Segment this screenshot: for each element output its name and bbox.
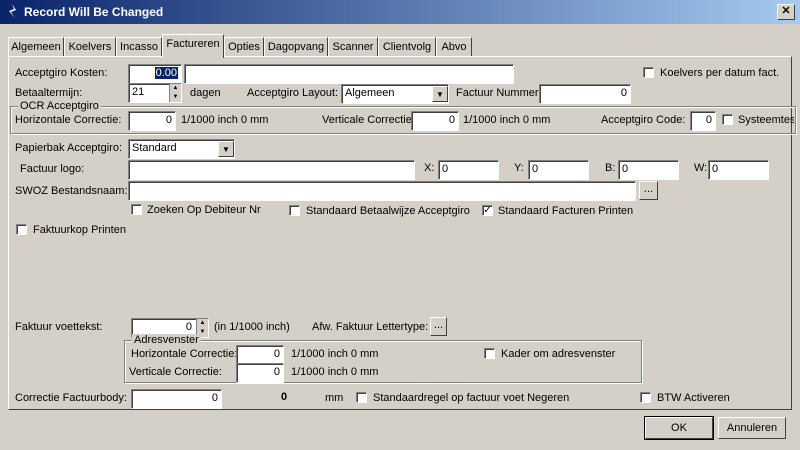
mm-label: mm xyxy=(325,392,344,404)
x-input[interactable]: 0 xyxy=(438,160,499,180)
faktuurkop-label: Faktuurkop Printen xyxy=(33,224,126,236)
horizontale-correctie-input[interactable]: 0 xyxy=(128,111,176,131)
verticale-correctie-unit: 1/1000 inch 0 mm xyxy=(463,114,551,126)
tab-algemeen[interactable]: Algemeen xyxy=(8,37,64,57)
acceptgiro-layout-label: Acceptgiro Layout: xyxy=(247,87,339,99)
app-icon xyxy=(5,3,21,21)
systeemtest-label: Systeemtest xyxy=(738,114,794,126)
b-label: B: xyxy=(605,162,616,174)
verticale-correctie-label: Verticale Correctie: xyxy=(322,114,415,126)
acceptgiro-kosten-text-input[interactable] xyxy=(184,64,514,84)
adres-verticale-unit: 1/1000 inch 0 mm xyxy=(291,366,379,378)
kader-label: Kader om adresvenster xyxy=(501,348,616,360)
afw-lettertype-label: Afw. Faktuur Lettertype: xyxy=(312,321,429,333)
btw-checkbox[interactable] xyxy=(640,392,651,403)
w-input[interactable]: 0 xyxy=(708,160,769,180)
correctie-body-readout: 0 xyxy=(281,391,288,403)
zoeken-checkbox[interactable] xyxy=(131,204,142,215)
w-label: W: xyxy=(694,162,708,174)
papierbak-label: Papierbak Acceptgiro: xyxy=(15,142,123,154)
afw-lettertype-button[interactable]: ... xyxy=(430,317,447,336)
ok-button[interactable]: OK xyxy=(644,416,714,440)
horizontale-correctie-label: Horizontale Correctie: xyxy=(15,114,122,126)
tab-incasso[interactable]: Incasso xyxy=(116,37,162,57)
cancel-button[interactable]: Annuleren xyxy=(718,417,786,439)
acceptgiro-kosten-label: Acceptgiro Kosten: xyxy=(15,67,108,79)
adres-horizontale-unit: 1/1000 inch 0 mm xyxy=(291,348,379,360)
acceptgiro-code-label: Acceptgiro Code: xyxy=(601,114,686,126)
correctie-body-input[interactable]: 0 xyxy=(131,389,222,409)
swoz-browse-button[interactable]: ... xyxy=(639,181,658,200)
swoz-input[interactable] xyxy=(128,181,636,201)
tab-factureren[interactable]: Factureren xyxy=(162,34,224,58)
standaardregel-label: Standaardregel op factuur voet Negeren xyxy=(373,392,570,404)
ocr-acceptgiro-legend: OCR Acceptgiro xyxy=(18,100,101,112)
kader-checkbox[interactable] xyxy=(484,348,495,359)
factuur-nummer-input[interactable]: 0 xyxy=(539,84,631,104)
b-input[interactable]: 0 xyxy=(618,160,679,180)
close-icon[interactable]: ✕ xyxy=(777,4,795,20)
faktuurkop-checkbox[interactable] xyxy=(16,224,27,235)
betaaltermijn-spin[interactable]: ▲ ▼ xyxy=(169,84,181,102)
tab-abvo[interactable]: Abvo xyxy=(436,37,472,57)
systeemtest-checkbox[interactable] xyxy=(722,114,733,125)
betaaltermijn-label: Betaaltermijn: xyxy=(15,87,83,99)
correctie-body-label: Correctie Factuurbody: xyxy=(15,392,127,404)
factuur-logo-label: Factuur logo: xyxy=(20,163,85,175)
adres-verticale-input[interactable]: 0 xyxy=(236,363,284,383)
tab-scanner[interactable]: Scanner xyxy=(328,37,378,57)
zoeken-label: Zoeken Op Debiteur Nr xyxy=(147,204,261,216)
standaardregel-checkbox[interactable] xyxy=(356,392,367,403)
tab-clientvolg[interactable]: Clientvolg xyxy=(378,37,436,57)
tab-dagopvang[interactable]: Dagopvang xyxy=(264,37,328,57)
window-title: Record Will Be Changed xyxy=(24,5,164,19)
tab-opties[interactable]: Opties xyxy=(224,37,264,57)
papierbak-dropdown-icon[interactable]: ▼ xyxy=(218,141,234,157)
horizontale-correctie-unit: 1/1000 inch 0 mm xyxy=(181,114,269,126)
btw-label: BTW Activeren xyxy=(657,392,730,404)
adres-horizontale-label: Horizontale Correctie: xyxy=(131,348,238,360)
y-input[interactable]: 0 xyxy=(528,160,589,180)
adresvenster-legend: Adresvenster xyxy=(132,334,201,346)
koelvers-per-datum-label: Koelvers per datum fact. xyxy=(660,67,780,79)
adres-horizontale-input[interactable]: 0 xyxy=(236,345,284,365)
std-betaalwijze-checkbox[interactable] xyxy=(289,205,300,216)
adres-verticale-label: Verticale Correctie: xyxy=(129,366,222,378)
x-label: X: xyxy=(424,162,435,174)
voettekst-unit: (in 1/1000 inch) xyxy=(214,321,290,333)
tab-koelvers[interactable]: Koelvers xyxy=(64,37,116,57)
dagen-label: dagen xyxy=(190,87,221,99)
std-facturen-checkbox[interactable]: ✓ xyxy=(482,205,493,216)
acceptgiro-kosten-input[interactable]: 0.00 xyxy=(128,64,182,84)
factuur-logo-input[interactable] xyxy=(128,160,415,180)
voettekst-label: Faktuur voettekst: xyxy=(15,321,103,333)
verticale-correctie-input[interactable]: 0 xyxy=(411,111,459,131)
koelvers-per-datum-checkbox[interactable] xyxy=(643,67,654,78)
std-betaalwijze-label: Standaard Betaalwijze Acceptgiro xyxy=(306,205,470,217)
factuur-nummer-label: Factuur Nummer: xyxy=(456,87,542,99)
swoz-label: SWOZ Bestandsnaam: xyxy=(15,185,128,197)
acceptgiro-layout-dropdown-icon[interactable]: ▼ xyxy=(432,86,448,102)
std-facturen-label: Standaard Facturen Printen xyxy=(498,205,634,217)
acceptgiro-code-input[interactable]: 0 xyxy=(690,111,716,131)
y-label: Y: xyxy=(514,162,524,174)
